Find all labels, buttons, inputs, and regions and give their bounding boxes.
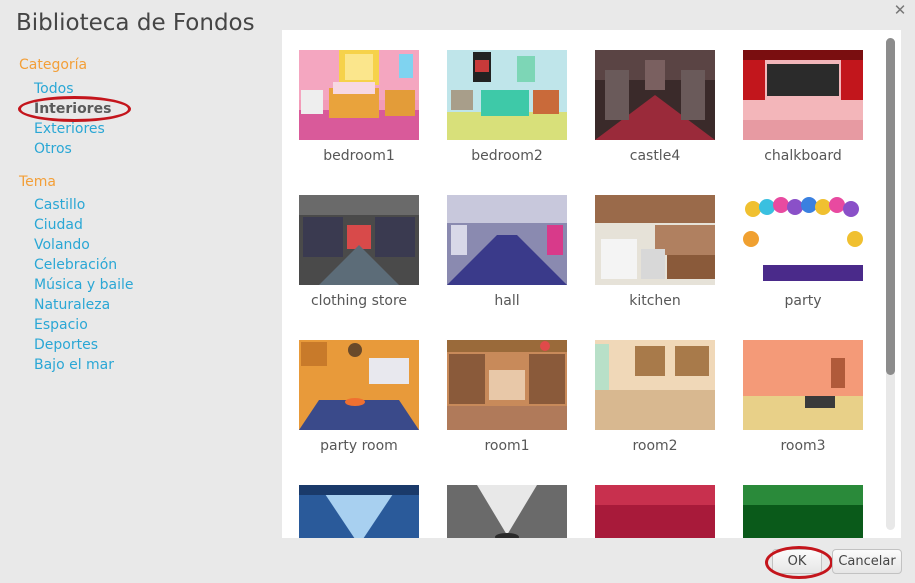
backdrop-thumbnail — [743, 50, 863, 140]
backdrop-tile-chalkboard[interactable]: chalkboard — [742, 50, 864, 164]
backdrop-label: room1 — [484, 438, 530, 454]
backdrop-tile-bedroom1[interactable]: bedroom1 — [298, 50, 420, 164]
backdrop-thumbnail — [743, 195, 863, 285]
theme-item-bajo-el-mar[interactable]: Bajo el mar — [34, 357, 114, 373]
category-item-interiores[interactable]: Interiores — [34, 101, 111, 117]
backdrop-thumbnail — [447, 340, 567, 430]
backdrop-thumbnail — [595, 50, 715, 140]
theme-item-espacio[interactable]: Espacio — [34, 317, 88, 333]
backdrop-tile-castle4[interactable]: castle4 — [594, 50, 716, 164]
category-item-todos[interactable]: Todos — [34, 81, 73, 97]
theme-item-naturaleza[interactable]: Naturaleza — [34, 297, 110, 313]
category-item-otros[interactable]: Otros — [34, 141, 72, 157]
backdrop-label: chalkboard — [764, 148, 842, 164]
backdrop-tile-room1[interactable]: room1 — [446, 340, 568, 454]
backdrop-label: hall — [494, 293, 520, 309]
backdrop-thumbnail — [595, 485, 715, 538]
backdrop-thumbnail — [447, 195, 567, 285]
backdrop-label: room3 — [780, 438, 826, 454]
backdrop-grid: bedroom1 bedroom2 castle4 chalkboard clo… — [282, 30, 901, 538]
backdrop-tile[interactable] — [298, 485, 420, 538]
backdrop-thumbnail — [299, 195, 419, 285]
backdrop-label: bedroom2 — [471, 148, 543, 164]
backdrop-tile[interactable] — [594, 485, 716, 538]
backdrop-tile-hall[interactable]: hall — [446, 195, 568, 309]
backdrop-thumbnail — [447, 485, 567, 538]
backdrop-label: party room — [320, 438, 398, 454]
backdrop-tile-room3[interactable]: room3 — [742, 340, 864, 454]
backdrop-label: kitchen — [629, 293, 681, 309]
backdrop-thumbnail — [299, 485, 419, 538]
backdrop-tile[interactable] — [742, 485, 864, 538]
backdrop-tile-party[interactable]: party — [742, 195, 864, 309]
scrollbar[interactable] — [886, 38, 895, 530]
theme-item-celebracion[interactable]: Celebración — [34, 257, 117, 273]
backdrop-tile-kitchen[interactable]: kitchen — [594, 195, 716, 309]
scrollbar-thumb[interactable] — [886, 38, 895, 375]
theme-item-castillo[interactable]: Castillo — [34, 197, 85, 213]
backdrop-tile-bedroom2[interactable]: bedroom2 — [446, 50, 568, 164]
backdrop-thumbnail — [595, 340, 715, 430]
backdrop-thumbnail — [743, 485, 863, 538]
theme-item-musica-y-baile[interactable]: Música y baile — [34, 277, 133, 293]
cancel-button[interactable]: Cancelar — [832, 549, 902, 574]
backdrop-label: room2 — [632, 438, 678, 454]
ok-button[interactable]: OK — [772, 549, 822, 574]
backdrop-label: bedroom1 — [323, 148, 395, 164]
backdrop-tile-clothing-store[interactable]: clothing store — [298, 195, 420, 309]
backdrop-thumbnail — [299, 340, 419, 430]
dialog-title: Biblioteca de Fondos — [16, 10, 255, 36]
backdrop-thumbnail — [595, 195, 715, 285]
backdrop-tile-room2[interactable]: room2 — [594, 340, 716, 454]
backdrop-thumbnail — [299, 50, 419, 140]
close-icon[interactable]: ✕ — [891, 1, 909, 19]
theme-item-volando[interactable]: Volando — [34, 237, 90, 253]
backdrop-tile-party-room[interactable]: party room — [298, 340, 420, 454]
backdrop-label: castle4 — [629, 148, 681, 164]
theme-title: Tema — [19, 174, 57, 190]
backdrop-label: clothing store — [310, 293, 408, 309]
category-title: Categoría — [19, 57, 88, 73]
backdrop-thumbnail — [447, 50, 567, 140]
category-item-exteriores[interactable]: Exteriores — [34, 121, 105, 137]
backdrop-tile[interactable] — [446, 485, 568, 538]
backdrop-thumbnail — [743, 340, 863, 430]
theme-item-ciudad[interactable]: Ciudad — [34, 217, 83, 233]
backdrop-label: party — [784, 293, 822, 309]
theme-item-deportes[interactable]: Deportes — [34, 337, 98, 353]
